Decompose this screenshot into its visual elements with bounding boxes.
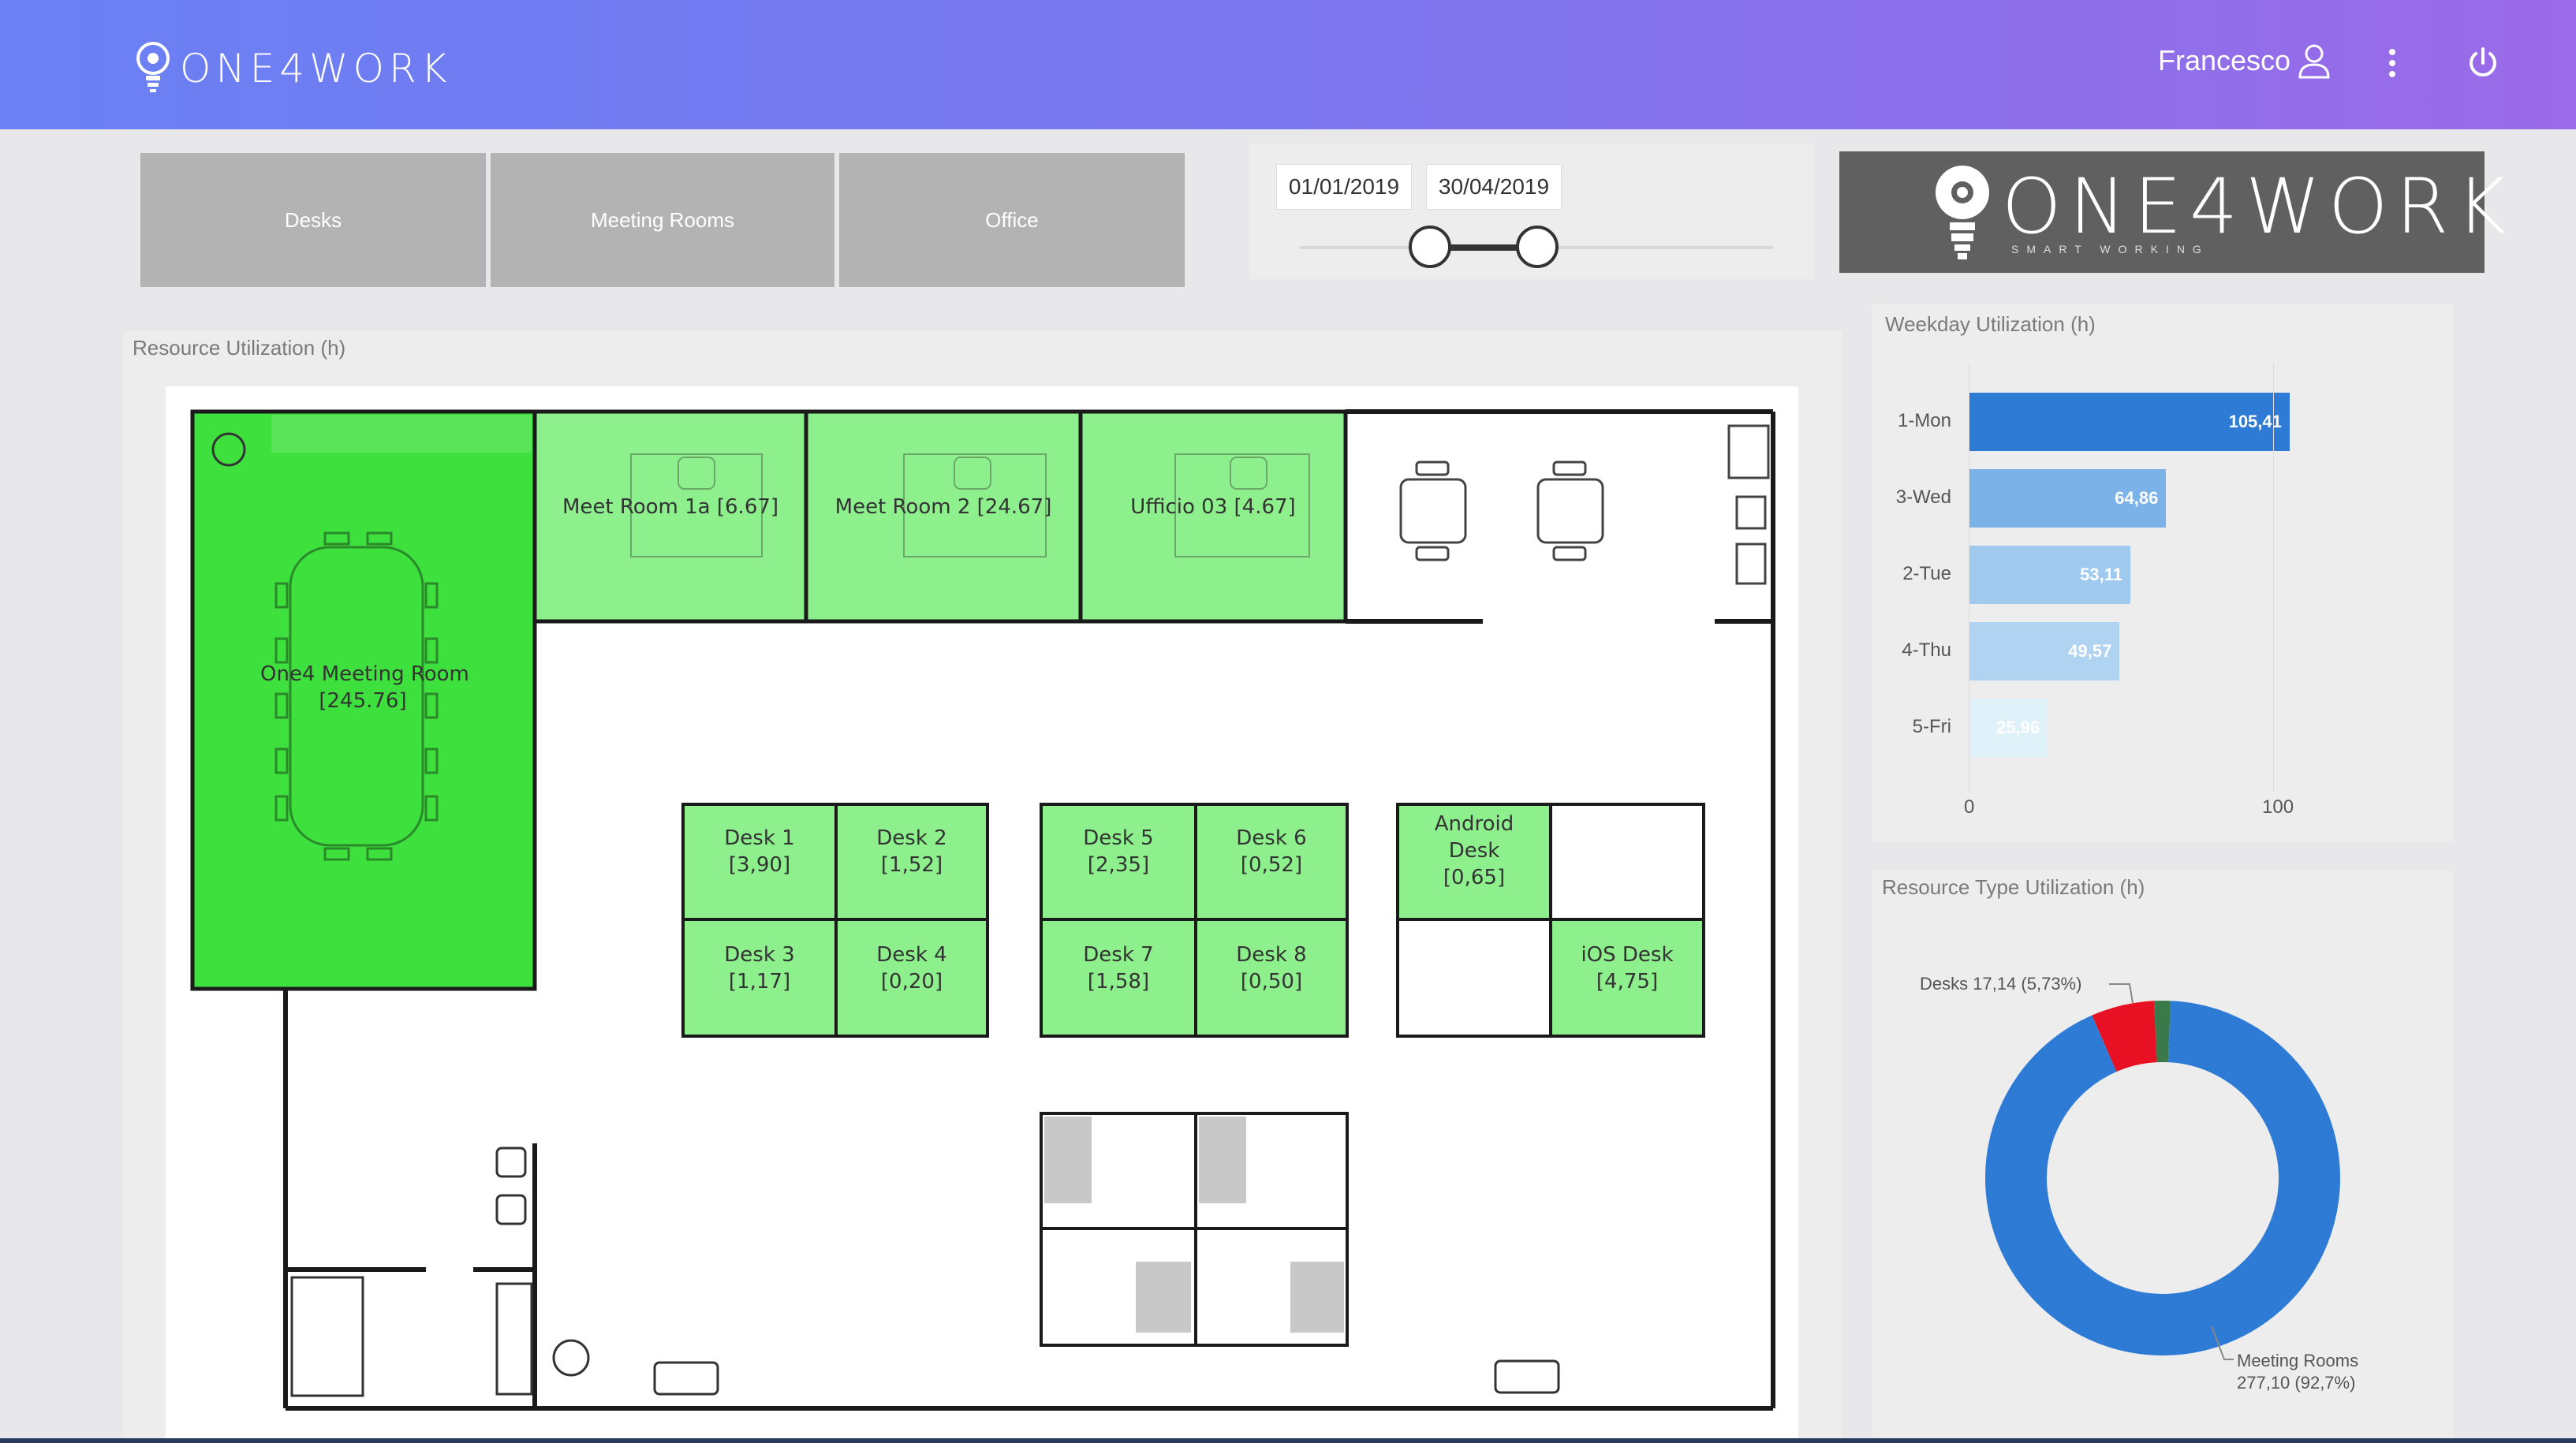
bar-category-label: 3-Wed	[1895, 487, 1951, 508]
meeting-rooms-name: Meeting Rooms	[2237, 1351, 2359, 1370]
bar-value-label: 105,41	[2228, 412, 2282, 431]
desk-3-name: Desk 3	[724, 943, 795, 967]
donut-slice-meeting-rooms[interactable]	[1985, 1001, 2340, 1355]
android-desk-value: [0,65]	[1443, 866, 1506, 889]
meet-room-1a-label[interactable]: Meet Room 1a [6.67]	[552, 494, 789, 520]
desk-7-name: Desk 7	[1083, 943, 1154, 967]
desk-4-label[interactable]: Desk 4 [0,20]	[836, 941, 987, 995]
bar-value-label: 25,96	[1996, 718, 2040, 737]
bar-category-label: 2-Tue	[1902, 563, 1951, 584]
weekday-utilization-panel: Weekday Utilization (h) 1-Mon 105,41 3-Wed…	[1872, 304, 2453, 842]
x-tick-0: 0	[1964, 796, 1975, 818]
bar-category-label: 4-Thu	[1902, 639, 1951, 661]
one4-meeting-room-label[interactable]: One4 Meeting Room [245.76]	[260, 661, 469, 714]
desk-4-value: [0,20]	[880, 970, 943, 994]
bar-value-label: 64,86	[2115, 488, 2159, 508]
ios-desk-value: [4,75]	[1596, 970, 1659, 994]
desk-1-label[interactable]: Desk 1 [3,90]	[683, 825, 836, 878]
desk-6-label[interactable]: Desk 6 [0,52]	[1196, 825, 1347, 878]
bar-category-label: 1-Mon	[1897, 410, 1951, 431]
desk-2-label[interactable]: Desk 2 [1,52]	[836, 825, 987, 878]
desk-1-value: [3,90]	[728, 853, 791, 877]
desk-6-name: Desk 6	[1236, 826, 1307, 850]
desk-8-label[interactable]: Desk 8 [0,50]	[1196, 941, 1347, 995]
meeting-rooms-value: 277,10 (92,7%)	[2237, 1373, 2356, 1393]
desk-8-value: [0,50]	[1240, 970, 1303, 994]
meet-room-2-label[interactable]: Meet Room 2 [24.67]	[825, 494, 1062, 520]
desk-5-value: [2,35]	[1087, 853, 1150, 877]
one4-meeting-room-name: One4 Meeting Room	[260, 662, 469, 686]
resource-type-panel: Resource Type Utilization (h) Desks 17,1…	[1872, 871, 2453, 1443]
desk-7-label[interactable]: Desk 7 [1,58]	[1041, 941, 1196, 995]
desk-3-value: [1,17]	[728, 970, 791, 994]
desk-1-name: Desk 1	[724, 826, 795, 850]
desk-5-label[interactable]: Desk 5 [2,35]	[1041, 825, 1196, 878]
desk-2-value: [1,52]	[880, 853, 943, 877]
android-desk-label[interactable]: Android Desk [0,65]	[1398, 811, 1551, 891]
desk-3-label[interactable]: Desk 3 [1,17]	[683, 941, 836, 995]
weekday-bar-chart: 1-Mon 105,41 3-Wed 64,86 2-Tue 53,11 4-Thu 49,5…	[1872, 304, 2453, 842]
desk-8-name: Desk 8	[1236, 943, 1307, 967]
bar-category-label: 5-Fri	[1912, 716, 1951, 737]
desk-4-name: Desk 4	[876, 943, 947, 967]
desks-leader-line	[2109, 983, 2134, 1004]
ufficio-03-label[interactable]: Ufficio 03 [4.67]	[1095, 494, 1331, 520]
bottom-edge-bar	[0, 1438, 2576, 1443]
android-desk-name-2: Desk	[1448, 839, 1500, 863]
resource-type-donut	[1985, 983, 2340, 1360]
one4-meeting-room-value: [245.76]	[319, 689, 407, 713]
desk-7-value: [1,58]	[1087, 970, 1150, 994]
meeting-rooms-slice-label: Meeting Rooms 277,10 (92,7%)	[2237, 1350, 2358, 1394]
x-tick-100: 100	[2262, 796, 2294, 818]
bar-value-label: 53,11	[2080, 565, 2122, 584]
desk-6-value: [0,52]	[1240, 853, 1303, 877]
ios-desk-label[interactable]: iOS Desk [4,75]	[1551, 941, 1704, 995]
bar-value-label: 49,57	[2068, 641, 2112, 661]
desk-5-name: Desk 5	[1083, 826, 1154, 850]
android-desk-name: Android	[1434, 812, 1514, 836]
desks-slice-label: Desks 17,14 (5,73%)	[1920, 974, 2082, 994]
axis-100-line	[2273, 363, 2274, 792]
ios-desk-name: iOS Desk	[1581, 943, 1674, 967]
desk-2-name: Desk 2	[876, 826, 947, 850]
